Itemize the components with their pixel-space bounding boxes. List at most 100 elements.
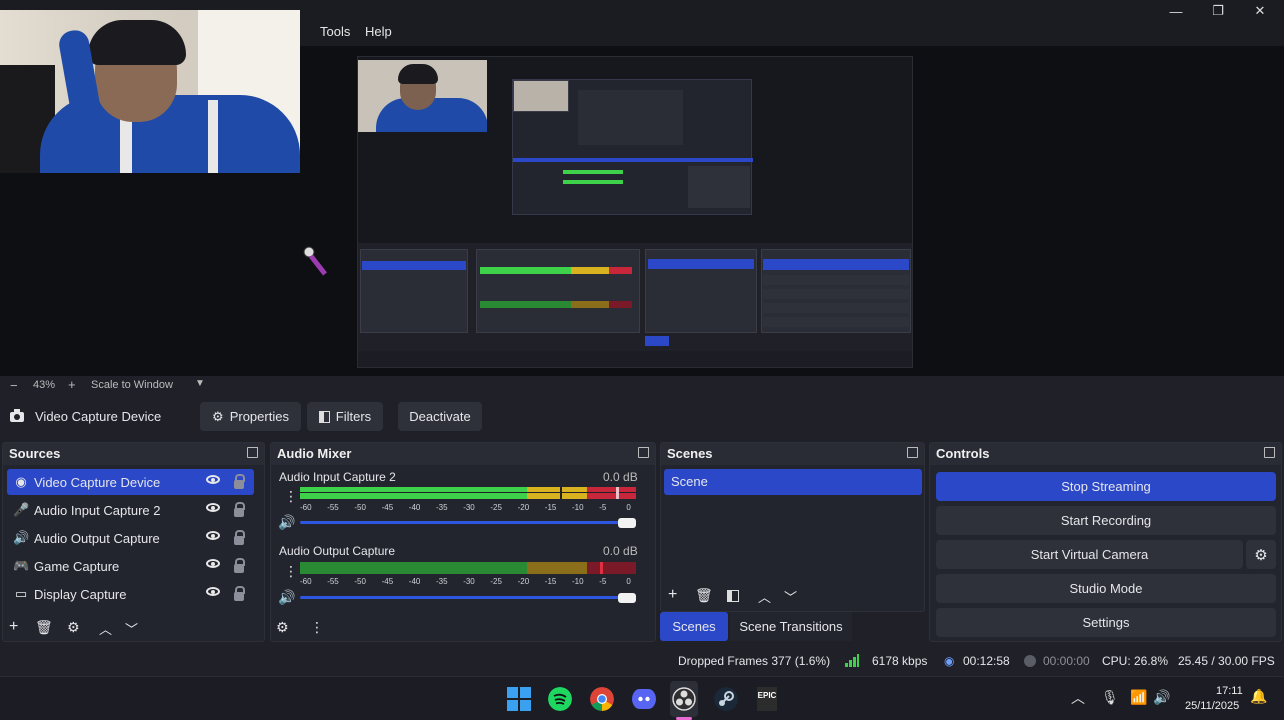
studio-mode-button[interactable]: Studio Mode [936,574,1276,603]
menu-tools[interactable]: Tools [320,24,350,44]
popout-icon[interactable] [1264,447,1275,458]
menu-help[interactable]: Help [365,24,392,44]
tab-scene-transitions[interactable]: Scene Transitions [730,612,852,641]
gamepad-icon: 🎮 [13,558,30,573]
lock-icon[interactable] [234,586,245,601]
clock-time[interactable]: 17:11 [1216,685,1243,697]
kebab-menu-icon[interactable]: ⋮ [284,488,298,505]
source-item-game-capture[interactable]: 🎮 Game Capture [7,553,254,579]
source-label: Display Capture [34,586,127,602]
epic-games-icon[interactable]: EPIC [757,687,777,711]
camera-icon: ◉ [15,474,27,489]
filters-button[interactable]: Filters [307,402,383,431]
popout-icon[interactable] [247,447,258,458]
add-scene-icon[interactable]: + [668,586,677,604]
zoom-out-button[interactable]: − [10,378,18,393]
source-item-video-capture[interactable]: ◉ Video Capture Device [7,469,254,495]
visibility-icon[interactable] [206,531,220,540]
source-item-audio-output[interactable]: 🔊 Audio Output Capture [7,525,254,551]
volume-slider-handle[interactable] [618,518,636,528]
start-virtual-camera-button[interactable]: Start Virtual Camera [936,540,1243,569]
trash-icon[interactable]: 🗑 [695,587,713,604]
spotify-icon[interactable] [548,687,572,711]
minimize-button[interactable]: — [1154,0,1198,22]
meter-tick-label: -35 [436,503,448,512]
visibility-icon[interactable] [206,475,220,484]
discord-icon[interactable] [632,687,656,711]
volume-slider[interactable] [300,596,636,599]
lock-icon[interactable] [234,530,245,545]
source-item-audio-input[interactable]: 🎤 Audio Input Capture 2 [7,497,254,523]
meter-scale: -60 -55 -50 -45 -40 -35 -30 -25 -20 -15 -10 -5 0 [300,577,640,587]
record-time: 00:00:00 [1043,654,1090,668]
channel-db: 0.0 dB [603,470,638,484]
volume-slider-handle[interactable] [618,593,636,603]
meter-tick-label: -30 [463,503,475,512]
clock-date[interactable]: 25/11/2025 [1185,700,1239,712]
stop-streaming-button[interactable]: Stop Streaming [936,472,1276,501]
obs-icon[interactable] [672,687,696,711]
meter-tick-label: -40 [408,577,421,586]
properties-button[interactable]: ⚙ Properties [200,402,301,431]
sources-dock: Sources ◉ Video Capture Device 🎤 Audio Inp… [2,442,265,642]
maximize-button[interactable]: ❐ [1196,0,1240,22]
wifi-icon[interactable]: 📶 [1130,689,1147,706]
zoom-bar: − 43% + Scale to Window ▼ [0,376,1284,396]
chevron-down-icon[interactable]: ▼ [195,378,205,389]
move-down-icon[interactable]: ﹀ [125,619,138,638]
steam-icon[interactable] [714,687,738,711]
tray-chevron-up-icon[interactable]: ︿ [1071,688,1085,708]
source-label: Audio Input Capture 2 [34,502,161,518]
scale-mode-select[interactable]: Scale to Window [91,379,173,391]
meter-tick-label: -30 [463,577,475,586]
move-down-icon[interactable]: ﹀ [784,587,797,606]
lock-icon[interactable] [234,502,245,517]
lock-icon[interactable] [234,558,245,573]
speaker-icon[interactable]: 🔊 [278,589,295,606]
visibility-icon[interactable] [206,587,220,596]
filter-icon[interactable] [727,590,739,602]
level-meter [300,562,636,574]
move-up-icon[interactable]: ︿ [99,619,112,638]
meter-tick-label: -40 [408,503,421,512]
virtual-camera-settings-button[interactable]: ⚙ [1246,540,1276,569]
deactivate-button[interactable]: Deactivate [398,402,482,431]
windows-start-icon[interactable] [507,687,531,711]
canvas-preview [357,56,913,368]
meter-tick-label: -45 [381,503,394,512]
scene-item[interactable]: Scene [664,469,922,495]
source-item-display-capture[interactable]: ▭ Display Capture [7,581,254,607]
cursor-icon [303,246,327,276]
level-meter [300,487,636,499]
microphone-tray-icon[interactable]: 🎙 [1101,689,1119,706]
move-up-icon[interactable]: ︿ [758,587,771,606]
meter-tick-label: -15 [544,503,557,512]
popout-icon[interactable] [907,447,918,458]
visibility-icon[interactable] [206,559,220,568]
meter-tick-label: -50 [354,577,366,586]
trash-icon[interactable]: 🗑 [35,619,53,636]
meter-tick-label: -5 [599,577,607,586]
notification-bell-icon[interactable]: 🔔 [1250,688,1267,705]
volume-tray-icon[interactable]: 🔊 [1153,689,1170,706]
zoom-in-button[interactable]: + [68,377,76,392]
meter-tick-label: -60 [300,577,312,586]
speaker-icon[interactable]: 🔊 [278,514,295,531]
kebab-menu-icon[interactable]: ⋮ [310,619,324,636]
kebab-menu-icon[interactable]: ⋮ [284,563,298,580]
settings-button[interactable]: Settings [936,608,1276,637]
meter-tick-label: 0 [626,503,631,512]
tab-scenes[interactable]: Scenes [660,612,728,641]
properties-label: Properties [229,409,289,424]
visibility-icon[interactable] [206,503,220,512]
close-button[interactable]: ✕ [1238,0,1282,22]
volume-slider[interactable] [300,521,636,524]
lock-icon[interactable] [234,474,245,489]
gear-icon[interactable]: ⚙ [67,619,80,636]
start-recording-button[interactable]: Start Recording [936,506,1276,535]
popout-icon[interactable] [638,447,649,458]
chrome-icon[interactable] [590,687,614,711]
add-source-icon[interactable]: + [9,618,18,636]
meter-tick-label: -10 [572,577,584,586]
mixer-settings-icon[interactable]: ⚙ [276,619,289,636]
